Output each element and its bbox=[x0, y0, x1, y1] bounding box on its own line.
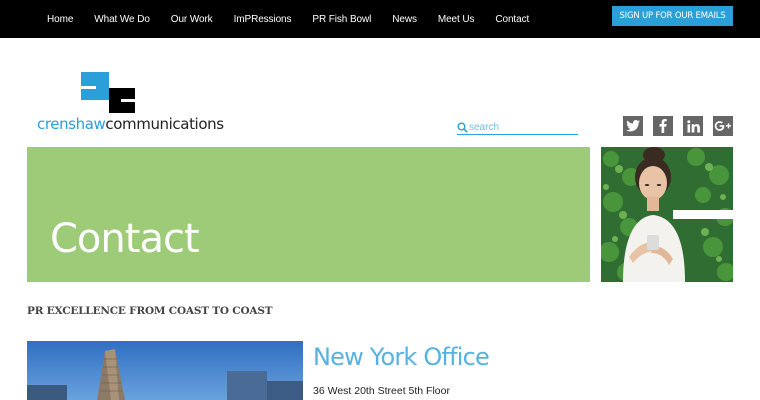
nav-our-work[interactable]: Our Work bbox=[171, 14, 213, 25]
logo-wordmark: crenshawcommunications bbox=[37, 115, 224, 133]
office-title: New York Office bbox=[313, 343, 490, 371]
search-input[interactable] bbox=[469, 121, 577, 134]
crenshaw-logo[interactable]: crenshawcommunications bbox=[37, 71, 237, 137]
google-plus-icon[interactable] bbox=[713, 116, 733, 136]
facebook-f-glyph bbox=[659, 119, 667, 133]
office-address: 36 West 20th Street 5th Floor bbox=[313, 385, 450, 397]
main-nav: Home What We Do Our Work ImPRessions PR … bbox=[47, 0, 550, 38]
nav-what-we-do[interactable]: What We Do bbox=[94, 14, 150, 25]
page-title: Contact bbox=[50, 216, 200, 262]
logo-black-notch bbox=[121, 99, 135, 102]
nav-impressions[interactable]: ImPRessions bbox=[234, 14, 292, 25]
logo-word-crenshaw: crenshaw bbox=[37, 115, 106, 133]
top-navigation-bar: Home What We Do Our Work ImPRessions PR … bbox=[0, 0, 760, 38]
facebook-icon[interactable] bbox=[653, 116, 673, 136]
google-plus-glyph bbox=[714, 121, 732, 131]
photo-illustration bbox=[601, 147, 733, 282]
search-box bbox=[457, 121, 578, 135]
city-illustration bbox=[27, 341, 303, 400]
logo-word-communications: communications bbox=[105, 115, 224, 133]
tagline-heading: PR EXCELLENCE FROM COAST TO COAST bbox=[27, 305, 273, 317]
woman-with-phone-photo bbox=[601, 147, 733, 282]
twitter-bird-glyph bbox=[626, 120, 640, 132]
linkedin-in-glyph bbox=[686, 119, 700, 132]
new-york-office-photo bbox=[27, 341, 303, 400]
hero-banner: Contact bbox=[27, 147, 590, 282]
signup-emails-button[interactable]: SIGN UP FOR OUR EMAILS bbox=[612, 6, 733, 26]
nav-pr-fish-bowl[interactable]: PR Fish Bowl bbox=[312, 14, 371, 25]
linkedin-icon[interactable] bbox=[683, 116, 703, 136]
nav-meet-us[interactable]: Meet Us bbox=[438, 14, 475, 25]
nav-news[interactable]: News bbox=[392, 14, 417, 25]
logo-blue-notch bbox=[81, 86, 96, 89]
twitter-icon[interactable] bbox=[623, 116, 643, 136]
nav-home[interactable]: Home bbox=[47, 14, 73, 25]
search-icon[interactable] bbox=[457, 122, 468, 133]
nav-contact[interactable]: Contact bbox=[495, 14, 529, 25]
